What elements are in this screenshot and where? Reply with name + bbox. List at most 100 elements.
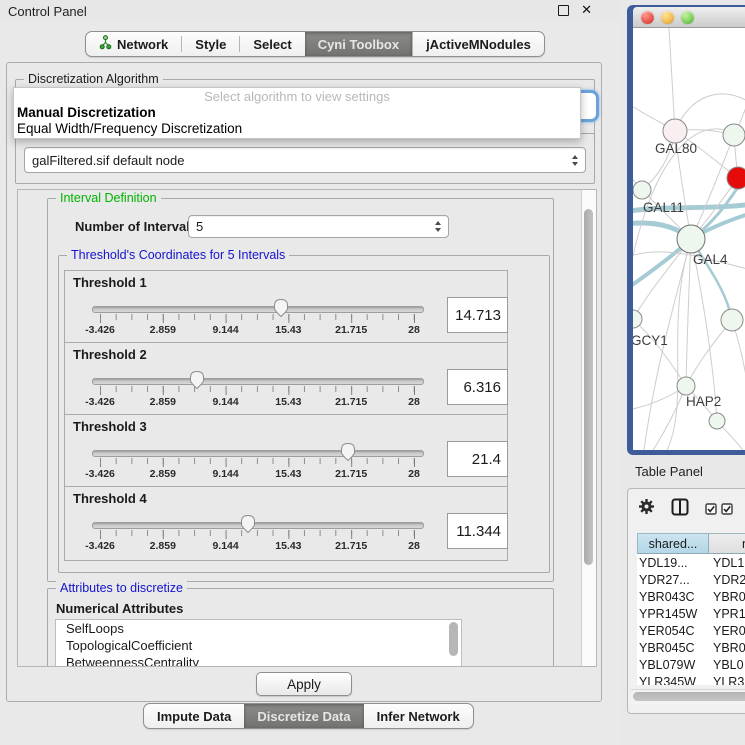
right-column: GAL80 GA C GAL11 GAL4 GCY1 H HAP2 Table …: [620, 0, 745, 745]
float-window-icon[interactable]: [558, 5, 569, 16]
tab-discretize-data[interactable]: Discretize Data: [244, 704, 363, 728]
node-hap2[interactable]: [677, 377, 695, 395]
table-data-selected-value: galFiltered.sif default node: [32, 153, 184, 168]
checkbox-checked-icon: [705, 503, 717, 515]
threshold-4-slider-track[interactable]: [92, 522, 424, 529]
node-label-gal4: GAL4: [693, 252, 728, 267]
threshold-1-label: Threshold 1: [73, 275, 147, 290]
checkbox-checked-icon: [721, 503, 733, 515]
settings-vertical-scrollbar[interactable]: [581, 190, 596, 666]
close-icon[interactable]: ✕: [581, 3, 592, 17]
tab-infer-network[interactable]: Infer Network: [364, 704, 473, 728]
threshold-2-label: Threshold 2: [73, 347, 147, 362]
popup-option-manual-discretization[interactable]: Manual Discretization: [17, 105, 156, 120]
threshold-2-scale: -3.426 2.859 9.144 15.43 21.715 28: [100, 396, 414, 409]
table-row[interactable]: YBR045C YBR0: [637, 639, 745, 656]
threshold-2-value-field[interactable]: 6.316: [447, 369, 508, 405]
column-header-name[interactable]: n: [709, 534, 745, 553]
threshold-2-slider-track[interactable]: [92, 378, 424, 385]
apply-button[interactable]: Apply: [256, 672, 352, 696]
table-row[interactable]: YBL079W YBL0: [637, 656, 745, 673]
threshold-3-minor-ticks: [100, 458, 414, 464]
attributes-list-scrollbar[interactable]: [449, 622, 459, 667]
scrollbar-thumb[interactable]: [584, 209, 593, 565]
interval-definition-group: Interval Definition Number of Intervals …: [47, 198, 554, 582]
threshold-3-label: Threshold 3: [73, 419, 147, 434]
column-visibility-checkboxes[interactable]: [705, 503, 733, 515]
control-panel-window: Control Panel ✕: [0, 0, 620, 745]
table-header-row: shared... n: [637, 533, 745, 554]
tab-jactivemnodules[interactable]: jActiveMNodules: [412, 32, 544, 56]
threshold-4-panel: Threshold 4 -3.426 2.859: [64, 486, 508, 561]
minimize-traffic-light-icon[interactable]: [661, 11, 674, 24]
zoom-traffic-light-icon[interactable]: [681, 11, 694, 24]
node-selected-red[interactable]: [727, 167, 745, 189]
split-table-icon[interactable]: [671, 498, 689, 521]
number-of-intervals-combobox[interactable]: 5: [188, 215, 449, 238]
control-panel-tabbar: Network Style Select Cyni Toolbox jActiv…: [85, 31, 545, 57]
list-item-topologicalcoefficient[interactable]: TopologicalCoefficient: [56, 637, 461, 654]
scrollbar-thumb[interactable]: [633, 692, 745, 701]
threshold-1-slider-track[interactable]: [92, 306, 424, 313]
node-label-gcy1: GCY1: [633, 333, 668, 348]
threshold-1-minor-ticks: [100, 314, 414, 320]
table-row[interactable]: YER054C YER0: [637, 622, 745, 639]
network-canvas[interactable]: GAL80 GA C GAL11 GAL4 GCY1 H HAP2: [633, 28, 745, 450]
threshold-4-minor-ticks: [100, 530, 414, 536]
numerical-attributes-heading: Numerical Attributes: [56, 601, 183, 616]
tab-style[interactable]: Style: [182, 32, 239, 56]
table-row[interactable]: YDL19... YDL1: [637, 554, 745, 571]
table-row[interactable]: YLR345W YLR3: [637, 673, 745, 685]
close-traffic-light-icon[interactable]: [641, 11, 654, 24]
node-gal11[interactable]: [633, 181, 651, 199]
list-item-selfloops[interactable]: SelfLoops: [56, 620, 461, 637]
number-of-intervals-label: Number of Intervals: [75, 219, 197, 234]
popup-option-equal-width-frequency[interactable]: Equal Width/Frequency Discretization: [17, 121, 242, 136]
gear-icon[interactable]: [638, 498, 655, 520]
threshold-3-slider-track[interactable]: [92, 450, 424, 457]
node-bottom-partial[interactable]: [709, 413, 725, 429]
network-view-window: GAL80 GA C GAL11 GAL4 GCY1 H HAP2: [627, 5, 745, 455]
table-panel-title: Table Panel: [635, 464, 703, 479]
combobox-stepper-icon: [566, 155, 578, 166]
node-gcy1[interactable]: [633, 310, 642, 328]
table-row[interactable]: YBR043C YBR0: [637, 588, 745, 605]
network-window-titlebar: [633, 7, 745, 28]
table-horizontal-scrollbar[interactable]: [631, 689, 745, 704]
threshold-3-panel: Threshold 3 -3.426 2.859: [64, 414, 508, 489]
node-top-right[interactable]: [723, 124, 745, 146]
node-gal4[interactable]: [677, 225, 705, 253]
node-gal80[interactable]: [663, 119, 687, 143]
threshold-3-value-field[interactable]: 21.4: [447, 441, 508, 477]
threshold-1-value-field[interactable]: 14.713: [447, 297, 508, 333]
node-right-low[interactable]: [721, 309, 743, 331]
threshold-1-slider-thumb[interactable]: [273, 298, 290, 318]
tab-select[interactable]: Select: [240, 32, 304, 56]
tab-cyni-toolbox[interactable]: Cyni Toolbox: [305, 32, 412, 56]
table-panel-toolbar: [628, 489, 745, 529]
threshold-4-slider-thumb[interactable]: [239, 514, 256, 534]
cyni-toolbox-panel: Discretization Algorithm Select algorith…: [6, 62, 602, 702]
control-panel-titlebar: Control Panel ✕: [0, 0, 620, 22]
table-data-combobox[interactable]: galFiltered.sif default node: [24, 147, 586, 173]
tab-impute-data[interactable]: Impute Data: [144, 704, 244, 728]
tab-network[interactable]: Network: [86, 32, 181, 56]
thresholds-coordinates-group-title: Threshold's Coordinates for 5 Intervals: [67, 248, 289, 263]
tab-network-label: Network: [117, 37, 168, 52]
attributes-group-title: Attributes to discretize: [56, 581, 187, 596]
threshold-4-value-field[interactable]: 11.344: [447, 513, 508, 549]
threshold-2-panel: Threshold 2 -3.426 2.859: [64, 342, 508, 417]
network-icon: [99, 35, 112, 53]
node-attribute-table: shared... n YDL19... YDL1 YDR27... YDR2 …: [637, 533, 745, 685]
popup-placeholder-option[interactable]: Select algorithm to view settings: [14, 89, 580, 104]
threshold-1-panel: Threshold 1 -3.426 2.859: [64, 270, 508, 345]
table-row[interactable]: YPR145W YPR1: [637, 605, 745, 622]
threshold-2-slider-thumb[interactable]: [189, 370, 206, 390]
column-header-shared-name[interactable]: shared...: [638, 534, 709, 553]
threshold-3-scale: -3.426 2.859 9.144 15.43 21.715 28: [100, 468, 414, 481]
apply-row: Apply: [9, 665, 599, 699]
threshold-3-slider-thumb[interactable]: [340, 442, 357, 462]
table-row[interactable]: YDR27... YDR2: [637, 571, 745, 588]
interval-definition-group-title: Interval Definition: [56, 191, 161, 206]
table-data-group: Table Data galFiltered.sif default node: [15, 133, 595, 184]
